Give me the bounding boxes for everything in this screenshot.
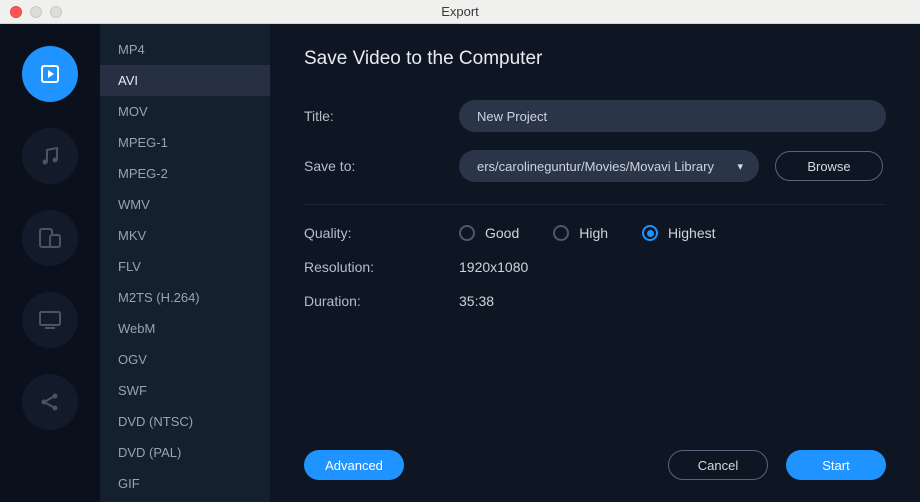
label-resolution: Resolution: <box>304 259 459 275</box>
window-title: Export <box>0 4 920 19</box>
saveto-path-text: ers/carolineguntur/Movies/Movavi Library <box>477 159 714 174</box>
radio-circle-icon <box>459 225 475 241</box>
label-title: Title: <box>304 108 459 124</box>
quality-radio-good[interactable]: Good <box>459 225 519 241</box>
divider <box>304 204 886 205</box>
format-item-dvd-ntsc-[interactable]: DVD (NTSC) <box>100 406 270 437</box>
row-duration: Duration: 35:38 <box>304 293 886 309</box>
share-icon <box>38 390 62 414</box>
value-resolution: 1920x1080 <box>459 259 528 275</box>
title-input-text: New Project <box>477 109 547 124</box>
radio-label: Highest <box>668 225 715 241</box>
rail-share-button[interactable] <box>22 374 78 430</box>
format-item-flv[interactable]: FLV <box>100 251 270 282</box>
advanced-button[interactable]: Advanced <box>304 450 404 480</box>
row-title: Title: New Project <box>304 100 886 132</box>
cancel-button[interactable]: Cancel <box>668 450 768 480</box>
row-quality: Quality: Good High Highest <box>304 225 886 241</box>
start-button[interactable]: Start <box>786 450 886 480</box>
format-item-dvd-pal-[interactable]: DVD (PAL) <box>100 437 270 468</box>
titlebar: Export <box>0 0 920 24</box>
devices-icon <box>37 225 63 251</box>
label-quality: Quality: <box>304 225 459 241</box>
format-item-mp4[interactable]: MP4 <box>100 34 270 65</box>
radio-circle-icon <box>642 225 658 241</box>
content-panel: Save Video to the Computer Title: New Pr… <box>270 24 920 502</box>
format-item-mpeg-1[interactable]: MPEG-1 <box>100 127 270 158</box>
quality-radio-highest[interactable]: Highest <box>642 225 715 241</box>
format-list: MP4AVIMOVMPEG-1MPEG-2WMVMKVFLVM2TS (H.26… <box>100 24 270 502</box>
rail-tv-button[interactable] <box>22 292 78 348</box>
start-button-label: Start <box>822 458 849 473</box>
format-item-ogv[interactable]: OGV <box>100 344 270 375</box>
format-item-gif[interactable]: GIF <box>100 468 270 499</box>
rail-devices-button[interactable] <box>22 210 78 266</box>
rail-audio-button[interactable] <box>22 128 78 184</box>
title-input[interactable]: New Project <box>459 100 886 132</box>
monitor-icon <box>37 307 63 333</box>
format-item-mov[interactable]: MOV <box>100 96 270 127</box>
play-in-box-icon <box>38 62 62 86</box>
radio-label: Good <box>485 225 519 241</box>
music-note-icon <box>38 144 62 168</box>
radio-label: High <box>579 225 608 241</box>
format-item-mkv[interactable]: MKV <box>100 220 270 251</box>
value-duration: 35:38 <box>459 293 494 309</box>
chevron-down-icon: ▾ <box>737 160 743 173</box>
saveto-dropdown[interactable]: ers/carolineguntur/Movies/Movavi Library… <box>459 150 759 182</box>
advanced-button-label: Advanced <box>325 458 383 473</box>
cancel-button-label: Cancel <box>698 458 738 473</box>
format-item-swf[interactable]: SWF <box>100 375 270 406</box>
row-saveto: Save to: ers/carolineguntur/Movies/Movav… <box>304 150 886 182</box>
format-item-wmv[interactable]: WMV <box>100 189 270 220</box>
radio-circle-icon <box>553 225 569 241</box>
rail-video-button[interactable] <box>22 46 78 102</box>
format-item-m2ts-h-264-[interactable]: M2TS (H.264) <box>100 282 270 313</box>
format-item-avi[interactable]: AVI <box>100 65 270 96</box>
app-body: MP4AVIMOVMPEG-1MPEG-2WMVMKVFLVM2TS (H.26… <box>0 24 920 502</box>
format-item-mpeg-2[interactable]: MPEG-2 <box>100 158 270 189</box>
quality-radio-group: Good High Highest <box>459 225 716 241</box>
browse-button[interactable]: Browse <box>775 151 883 181</box>
category-rail <box>0 24 100 502</box>
browse-button-label: Browse <box>807 159 850 174</box>
quality-radio-high[interactable]: High <box>553 225 608 241</box>
label-saveto: Save to: <box>304 158 459 174</box>
footer: Advanced Cancel Start <box>304 450 886 480</box>
row-resolution: Resolution: 1920x1080 <box>304 259 886 275</box>
panel-heading: Save Video to the Computer <box>304 48 886 70</box>
label-duration: Duration: <box>304 293 459 309</box>
format-item-webm[interactable]: WebM <box>100 313 270 344</box>
